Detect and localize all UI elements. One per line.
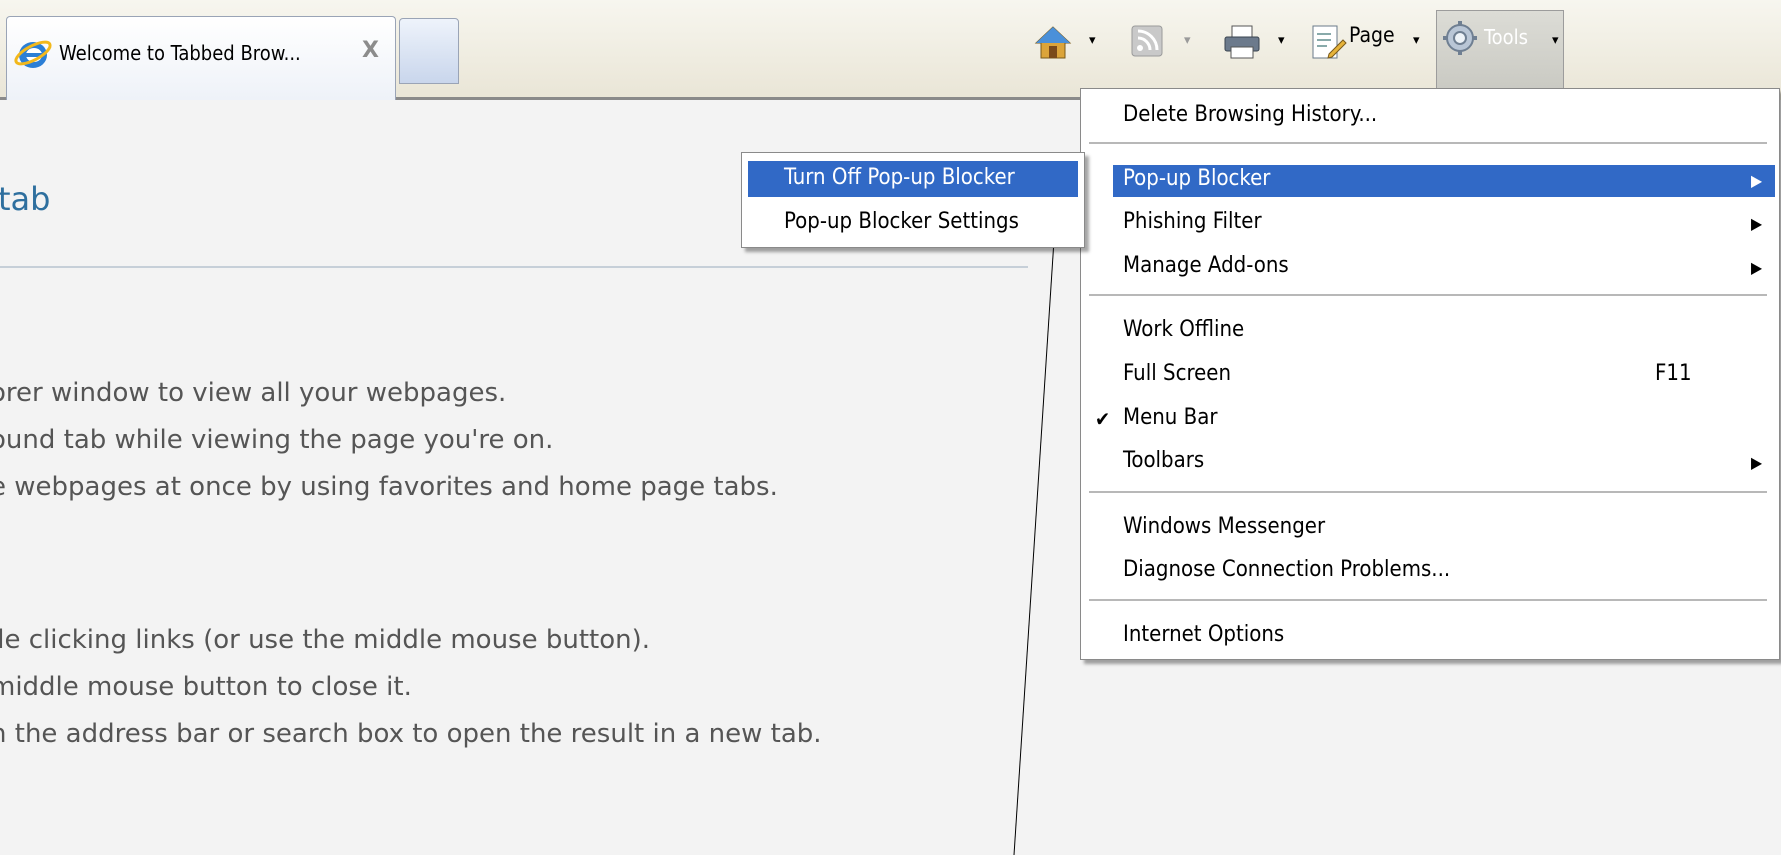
menu-separator [1089, 491, 1767, 493]
menu-separator [1089, 294, 1767, 296]
menu-item-label: Turn Off Pop-up Blocker [784, 165, 1015, 190]
menu-item-turn-off-popup-blocker[interactable]: Turn Off Pop-up Blocker [748, 161, 1078, 197]
menu-item-full-screen[interactable]: Full Screen [1123, 361, 1231, 386]
menu-item-phishing-filter[interactable]: Phishing Filter [1123, 209, 1262, 234]
menu-item-popup-blocker-settings[interactable]: Pop-up Blocker Settings [784, 209, 1019, 234]
menu-item-internet-options[interactable]: Internet Options [1123, 622, 1284, 647]
full-screen-shortcut: F11 [1655, 361, 1692, 386]
menu-item-diagnose-connection-problems[interactable]: Diagnose Connection Problems... [1123, 557, 1450, 582]
popup-blocker-submenu: Turn Off Pop-up Blocker Pop-up Blocker S… [741, 152, 1085, 248]
menu-item-windows-messenger[interactable]: Windows Messenger [1123, 514, 1325, 539]
menu-separator [1089, 142, 1767, 144]
menu-item-popup-blocker[interactable]: Pop-up Blocker ▶ [1113, 165, 1775, 197]
checkmark-icon: ✔ [1095, 407, 1111, 431]
submenu-arrow-icon: ▶ [1751, 214, 1763, 233]
menu-item-manage-add-ons[interactable]: Manage Add-ons [1123, 253, 1289, 278]
menu-separator [1089, 599, 1767, 601]
submenu-arrow-icon: ▶ [1751, 453, 1763, 472]
submenu-arrow-icon: ▶ [1751, 258, 1763, 277]
menu-item-delete-browsing-history[interactable]: Delete Browsing History... [1123, 102, 1377, 127]
menu-item-label: Pop-up Blocker [1123, 166, 1271, 191]
menu-item-work-offline[interactable]: Work Offline [1123, 317, 1244, 342]
menu-item-toolbars[interactable]: Toolbars [1123, 448, 1204, 473]
submenu-arrow-icon: ▶ [1751, 171, 1763, 190]
tools-menu: Delete Browsing History... Pop-up Blocke… [1080, 88, 1780, 660]
menu-item-menu-bar[interactable]: Menu Bar [1123, 405, 1217, 430]
